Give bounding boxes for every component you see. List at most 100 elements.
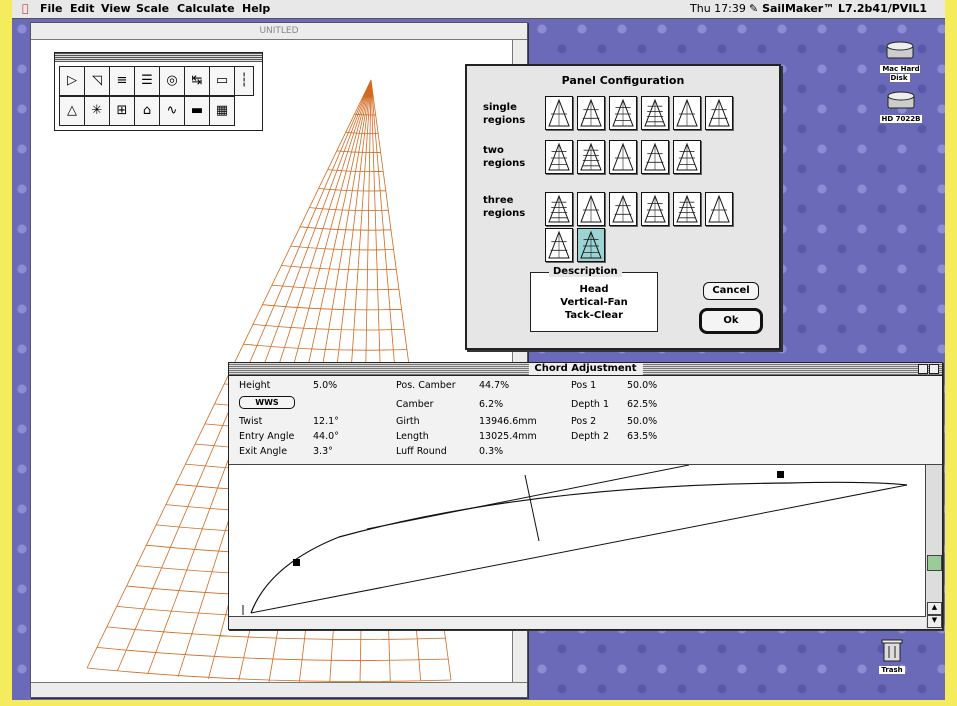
panel-layout-icon (644, 194, 666, 223)
scroll-up-arrow-icon[interactable]: ▲ (927, 602, 942, 615)
panel-layout-icon (580, 98, 602, 127)
depth2-value: 63.5% (627, 431, 658, 442)
luff-tool-icon[interactable]: ▷ (59, 66, 85, 96)
leech-tool-icon[interactable]: ◹ (84, 66, 110, 96)
panel-layout-option-3[interactable] (609, 96, 637, 130)
luff-round-label: Luff Round (396, 446, 447, 457)
length-label: Length (396, 431, 429, 442)
chord-title: Chord Adjustment (528, 363, 643, 375)
panel-layout-option-10[interactable] (641, 140, 669, 174)
panel-layout-option-19[interactable] (577, 228, 605, 262)
stack-tool-icon[interactable]: ☰ (134, 66, 160, 96)
panel-layout-option-11[interactable] (673, 140, 701, 174)
two-regions-label: two regions (483, 145, 526, 169)
single-regions-label: single regions (483, 102, 526, 126)
panel-layout-option-1[interactable] (545, 96, 573, 130)
menu-view[interactable]: View (101, 2, 131, 15)
description-line-2: Vertical-Fan (560, 297, 628, 308)
chord-title-bar[interactable]: Chord Adjustment (229, 363, 942, 376)
entry-angle-value: 44.0° (313, 431, 339, 442)
zoom-box-icon[interactable] (929, 364, 939, 374)
exit-angle-label: Exit Angle (239, 446, 288, 457)
panel-tool-icon[interactable]: △ (59, 96, 85, 126)
hard-disk-2-icon[interactable]: HD 7022B (874, 90, 928, 123)
chord-line (250, 484, 908, 614)
scroll-thumb[interactable] (927, 555, 942, 571)
panel-layout-option-4[interactable] (641, 96, 669, 130)
length-value: 13025.4mm (479, 431, 537, 442)
panel-layout-icon (580, 142, 602, 171)
zoom-tool-icon[interactable]: ◎ (159, 66, 185, 96)
curve-tool-icon[interactable]: ∿ (159, 96, 185, 126)
radial-tool-icon[interactable]: ✳ (84, 96, 110, 126)
chord-info-panel: Height 5.0% WWS Twist 12.1° Entry Angle … (229, 376, 942, 465)
panel-layout-icon (548, 194, 570, 223)
description-line-3: Tack-Clear (564, 310, 624, 321)
trash-label: Trash (879, 666, 905, 674)
girth-value: 13946.6mm (479, 416, 537, 427)
menu-scale[interactable]: Scale (136, 2, 169, 15)
control-point-2 (777, 471, 784, 478)
batten-tool-icon[interactable]: ≡ (109, 66, 135, 96)
cancel-button[interactable]: Cancel (703, 282, 759, 300)
panel-layout-option-13[interactable] (577, 192, 605, 226)
chord-profile-plot (242, 465, 908, 615)
panel-layout-option-12[interactable] (545, 192, 573, 226)
panel-layout-option-7[interactable] (545, 140, 573, 174)
hard-disk-label: Mac Hard Disk (880, 65, 920, 82)
panel-layout-option-14[interactable] (609, 192, 637, 226)
menu-edit[interactable]: Edit (70, 2, 94, 15)
panel-layout-icon (708, 98, 730, 127)
plan-tool-icon[interactable]: ▬ (184, 96, 210, 126)
height-label: Height (239, 380, 271, 391)
drawing-window-title[interactable]: UNITLED (31, 23, 527, 40)
height-value: 5.0% (313, 380, 338, 391)
panel-layout-icon (612, 142, 634, 171)
seam-tool-icon[interactable]: ⊞ (109, 96, 135, 126)
trash-icon[interactable]: Trash (872, 637, 912, 674)
panel-layout-icon (612, 98, 634, 127)
entry-angle-label: Entry Angle (239, 431, 295, 442)
collapse-box-icon[interactable] (918, 364, 928, 374)
panel-layout-icon (644, 142, 666, 171)
ok-button[interactable]: Ok (699, 308, 763, 334)
panel-layout-icon (580, 194, 602, 223)
menu-help[interactable]: Help (242, 2, 270, 15)
ruler-tool-icon[interactable]: ▭ (209, 66, 235, 96)
panel-layout-option-15[interactable] (641, 192, 669, 226)
slider-tool-icon[interactable]: ┆ (234, 66, 254, 96)
exit-angle-value: 3.3° (313, 446, 333, 457)
grid-tool-icon[interactable]: ▦ (209, 96, 235, 126)
menu-calculate[interactable]: Calculate (177, 2, 235, 15)
scroll-down-arrow-icon[interactable]: ▼ (927, 615, 942, 628)
pen-icon: ✎ (749, 2, 759, 15)
pos-camber-label: Pos. Camber (396, 380, 456, 391)
menu-file[interactable]: File (40, 2, 63, 15)
panel-layout-option-5[interactable] (673, 96, 701, 130)
application-menu[interactable]: ✎ SailMaker™ L7.2b41/PVIL1 (749, 2, 927, 15)
panel-layout-option-8[interactable] (577, 140, 605, 174)
panel-layout-option-9[interactable] (609, 140, 637, 174)
panel-layout-option-6[interactable] (705, 96, 733, 130)
pos2-value: 50.0% (627, 416, 658, 427)
panel-layout-icon (676, 98, 698, 127)
hard-disk-icon[interactable]: Mac Hard Disk (870, 40, 930, 82)
panel-layout-option-16[interactable] (673, 192, 701, 226)
camber-depth-line (524, 474, 540, 542)
palette-drag-bar[interactable] (55, 53, 262, 62)
panel-layout-option-17[interactable] (705, 192, 733, 226)
panel-layout-option-2[interactable] (577, 96, 605, 130)
chord-horizontal-scrollbar[interactable] (229, 616, 926, 629)
chord-mode-button[interactable]: WWS (239, 396, 295, 409)
apple-menu-icon[interactable]:  (22, 2, 29, 15)
arrow-tool-icon[interactable]: ↹ (184, 66, 210, 96)
panel-layout-option-18[interactable] (545, 228, 573, 262)
drawing-horizontal-scrollbar[interactable] (31, 682, 527, 697)
description-legend: Description (549, 266, 622, 277)
luff-round-value: 0.3% (479, 446, 504, 457)
chord-adjustment-window: Chord Adjustment Height 5.0% WWS Twist 1… (228, 362, 943, 630)
twist-label: Twist (239, 416, 263, 427)
shape-tool-icon[interactable]: ⌂ (134, 96, 160, 126)
dialog-title: Panel Configuration (561, 74, 685, 87)
chord-vertical-scrollbar[interactable]: ▲ ▼ (925, 465, 942, 629)
